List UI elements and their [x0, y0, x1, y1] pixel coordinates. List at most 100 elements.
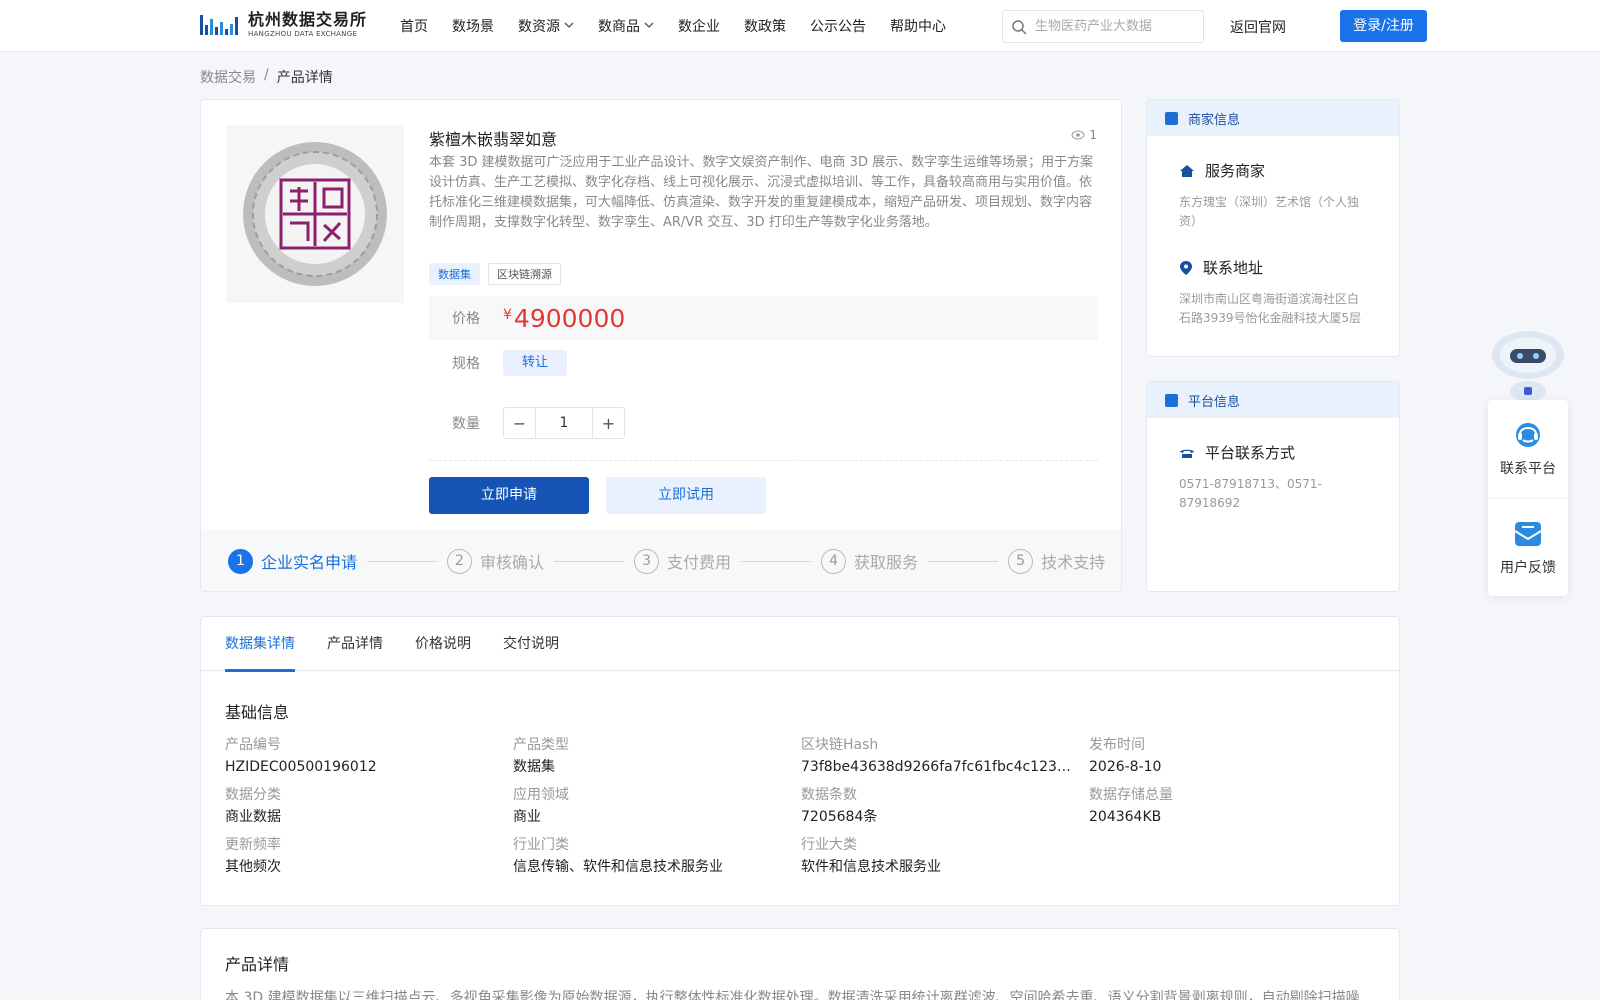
nav-item-label: 公示公告: [810, 19, 866, 35]
breadcrumb-current: 产品详情: [276, 70, 333, 86]
step-3: 3 支付费用: [634, 548, 731, 574]
product-image: [226, 125, 404, 303]
platform-contact-heading: 平台联系方式: [1179, 442, 1367, 463]
step-label: 获取服务: [854, 553, 919, 572]
chevron-down-icon: [644, 21, 654, 31]
search-input[interactable]: [1035, 19, 1195, 34]
product-tags: 数据集 区块链溯源: [429, 263, 561, 285]
merchant-info-header: 商家信息: [1147, 100, 1399, 136]
minus-icon[interactable]: −: [504, 408, 535, 438]
tab-0[interactable]: 数据集详情: [225, 617, 295, 672]
platform-info-header: 平台信息: [1147, 382, 1399, 418]
info-field-value: 204364KB: [1089, 809, 1162, 825]
step-label: 审核确认: [480, 553, 545, 572]
basic-info-title: 基础信息: [225, 703, 290, 722]
logo-subtitle: HANGZHOU DATA EXCHANGE: [248, 30, 358, 38]
step-connector: [928, 560, 999, 562]
step-connector: [741, 560, 812, 562]
view-count: 1: [1071, 128, 1097, 142]
step-connector: [554, 560, 625, 562]
info-field: 行业门类信息传输、软件和信息技术服务业: [513, 837, 801, 875]
price-value: 4900000: [513, 303, 626, 333]
contact-platform-label: 联系平台: [1500, 461, 1556, 477]
platform-info-title: 平台信息: [1188, 394, 1241, 410]
eye-icon: [1071, 130, 1085, 140]
platform-contact-label: 平台联系方式: [1205, 444, 1296, 462]
info-field: 区块链Hash 73f8be43638d9266fa7fc61fbc4c12354…: [801, 737, 1089, 775]
info-field-value: 73f8be43638d9266fa7fc61fbc4c123542f1...: [801, 759, 1073, 775]
nav-item-6[interactable]: 公示公告: [810, 16, 866, 36]
product-description: 本套 3D 建模数据可广泛应用于工业产品设计、数字文娱资产制作、电商 3D 展示…: [429, 155, 1094, 230]
info-field: 产品类型 数据集: [513, 737, 801, 775]
quantity-label: 数量: [452, 416, 480, 432]
service-merchant-heading: 服务商家: [1179, 160, 1367, 181]
info-field: 行业大类 软件和信息技术服务业: [801, 837, 1089, 875]
tab-1[interactable]: 产品详情: [327, 617, 383, 671]
tab-2[interactable]: 价格说明: [415, 617, 471, 671]
main-nav: 首页 数场景 数资源 数商品 数企业 数政策 公示公告 帮助中心: [400, 0, 970, 52]
info-field-value: 商业数据: [225, 809, 281, 825]
spec-label: 规格: [452, 356, 480, 372]
try-now-button[interactable]: 立即试用: [606, 477, 766, 514]
step-label: 技术支持: [1041, 553, 1106, 572]
step-number: 1: [228, 548, 253, 574]
info-field-value: 7205684条: [801, 809, 878, 825]
step-1: 1 企业实名申请: [228, 548, 358, 574]
nav-item-1[interactable]: 数场景: [452, 16, 494, 36]
search-box[interactable]: [1002, 10, 1204, 43]
nav-item-5[interactable]: 数政策: [744, 16, 786, 36]
nav-item-3[interactable]: 数商品: [598, 16, 654, 36]
nav-item-0[interactable]: 首页: [400, 16, 428, 36]
logo-title: 杭州数据交易所: [248, 10, 368, 29]
site-logo[interactable]: 杭州数据交易所 HANGZHOU DATA EXCHANGE: [200, 9, 370, 41]
nav-item-label: 数场景: [452, 19, 494, 35]
nav-item-2[interactable]: 数资源: [518, 16, 574, 36]
contact-address-heading: 联系地址: [1179, 257, 1367, 278]
step-number: 4: [821, 548, 847, 574]
info-field: 发布时间 2026-8-10: [1089, 737, 1377, 775]
product-detail-title: 产品详情: [225, 955, 290, 974]
currency-symbol: ¥: [503, 307, 512, 323]
info-field-value: 2026-8-10: [1089, 759, 1162, 775]
tag-blockchain: 区块链溯源: [488, 263, 561, 285]
nav-item-label: 数企业: [678, 19, 720, 35]
feedback-mail-icon: [1514, 521, 1542, 546]
apply-now-button[interactable]: 立即申请: [429, 477, 589, 514]
info-field-label: 产品类型: [513, 737, 569, 753]
info-field-value: 信息传输、软件和信息技术服务业: [513, 859, 723, 875]
logo-mark-icon: [200, 11, 242, 39]
info-field-value: 软件和信息技术服务业: [801, 859, 941, 875]
robot-assistant-icon[interactable]: [1488, 325, 1568, 401]
breadcrumb-parent[interactable]: 数据交易: [200, 67, 256, 87]
info-field-value: 数据集: [513, 759, 555, 775]
info-field-value: 其他频次: [225, 859, 281, 875]
quantity-input[interactable]: 1: [535, 408, 593, 438]
phone-icon: [1180, 449, 1194, 458]
info-field: 数据条数 7205684条: [801, 787, 1089, 825]
step-connector: [367, 560, 438, 562]
plus-icon[interactable]: +: [593, 408, 624, 438]
tab-3[interactable]: 交付说明: [503, 617, 559, 671]
divider: [429, 460, 1098, 461]
home-icon: [1180, 164, 1194, 177]
breadcrumb: 数据交易 / 产品详情: [200, 67, 333, 87]
price-label: 价格: [452, 311, 480, 327]
login-register-button[interactable]: 登录/注册: [1340, 10, 1427, 42]
step-5: 5 技术支持: [1008, 548, 1106, 574]
service-merchant-label: 服务商家: [1205, 162, 1266, 180]
nav-item-7[interactable]: 帮助中心: [890, 16, 946, 36]
process-steps: 1 企业实名申请 2 审核确认 3 支付费用 4 获取服务 5 技术支持: [201, 529, 1121, 591]
search-icon: [1012, 19, 1027, 35]
nav-item-4[interactable]: 数企业: [678, 16, 720, 36]
contact-platform-button[interactable]: 联系平台: [1488, 400, 1568, 498]
info-field-label: 区块链Hash: [801, 737, 879, 753]
nav-item-label: 首页: [400, 19, 428, 35]
back-to-official-link[interactable]: 返回官网: [1230, 17, 1286, 37]
info-field-label: 行业门类: [513, 837, 569, 853]
user-feedback-button[interactable]: 用户反馈: [1488, 498, 1568, 596]
info-field-label: 数据条数: [801, 787, 857, 803]
step-label: 企业实名申请: [261, 553, 358, 572]
spec-option-transfer[interactable]: 转让: [503, 350, 568, 376]
platform-info-card: 平台信息 平台联系方式 0571-87918713、0571-87918692: [1146, 381, 1400, 592]
nav-item-label: 数资源: [518, 19, 560, 35]
